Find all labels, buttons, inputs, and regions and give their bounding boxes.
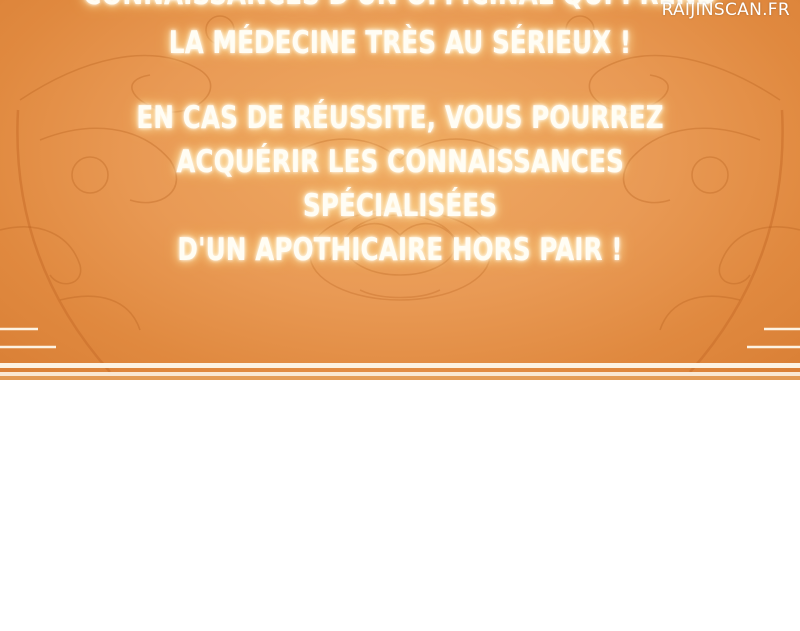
blank-gutter <box>0 392 800 631</box>
watermark-text: RAIJINSCAN.FR <box>661 0 790 20</box>
side-line-right <box>747 327 800 349</box>
speech-text-cut-line: CONNAISSANCES D'UN OFFICINAL QUI PREND <box>80 0 720 16</box>
bottom-border-band-2 <box>0 372 800 376</box>
text-line: CONNAISSANCES D'UN OFFICINAL QUI PREND <box>80 0 720 16</box>
speech-text-paragraph-1: LA MÉDECINE TRÈS AU SÉRIEUX ! <box>80 21 720 65</box>
speech-text-paragraph-2: EN CAS DE RÉUSSITE, VOUS POURREZ ACQUÉRI… <box>80 96 720 272</box>
side-line-left <box>0 327 56 349</box>
text-line: EN CAS DE RÉUSSITE, VOUS POURREZ <box>136 100 664 136</box>
bottom-border-shadow <box>0 376 800 380</box>
comic-panel: CONNAISSANCES D'UN OFFICINAL QUI PREND L… <box>0 0 800 380</box>
text-line: LA MÉDECINE TRÈS AU SÉRIEUX ! <box>168 25 632 61</box>
bottom-border-band-1 <box>0 363 800 368</box>
text-line: D'UN APOTHICAIRE HORS PAIR ! <box>177 232 623 268</box>
text-line: ACQUÉRIR LES CONNAISSANCES SPÉCIALISÉES <box>176 144 624 224</box>
